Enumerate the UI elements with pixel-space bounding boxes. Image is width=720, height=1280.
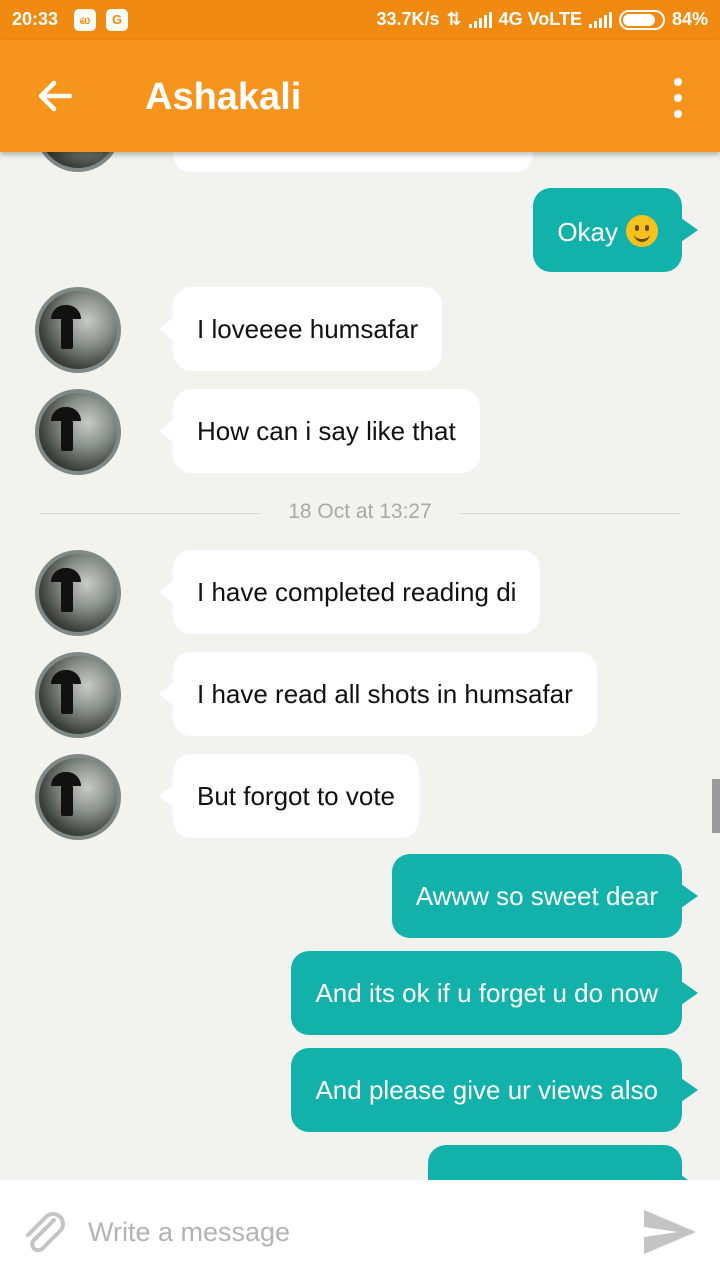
date-separator-text: 18 Oct at 13:27 [288,500,432,523]
message-composer [0,1180,720,1280]
contact-avatar[interactable] [35,754,121,840]
contact-avatar[interactable] [35,550,121,636]
message-text: How can i say like that [197,416,456,446]
contact-avatar[interactable] [35,389,121,475]
message-bubble-incoming[interactable]: I have completed reading di [158,550,541,634]
message-bubble-incoming[interactable]: How can i say like that [159,389,480,473]
signal-icon-2 [588,11,612,28]
message-text: Awww so sweet dear [415,881,658,911]
message-bubble-incoming[interactable]: I have read all shots in humsafar [159,652,597,736]
arrow-left-icon[interactable] [30,72,80,122]
message-bubble-outgoing[interactable] [428,1145,698,1180]
message-bubble-incoming[interactable]: I loveeee humsafar [158,287,443,371]
network-type: 4G VoLTE [498,9,582,29]
message-text: I have read all shots in humsafar [197,679,573,709]
conversation-title: Ashakali [145,76,302,118]
battery-icon [618,9,665,30]
net-speed: 33.7K/s [376,9,440,29]
message-bubble-outgoing[interactable]: Okay [533,188,698,272]
google-icon: G [106,9,128,31]
battery-percent: 84% [671,9,708,29]
message-text: And its ok if u forget u do now [315,978,658,1008]
date-separator: 18 Oct at 13:27 [40,500,680,528]
app-bar: Ashakali [0,40,720,152]
message-bubble-outgoing[interactable]: And its ok if u forget u do now [291,951,698,1035]
status-time: 20:33 [12,9,59,29]
message-input[interactable] [88,1212,608,1252]
message-text: And please give ur views also [315,1075,658,1105]
contact-avatar[interactable] [35,152,121,172]
status-bar: 20:33 ல G 33.7K/s ⇅ 4G VoLTE 84% [0,0,720,40]
message-text: I loveeee humsafar [197,314,419,344]
battery-level [622,13,655,26]
scrollbar[interactable] [712,779,720,833]
contact-avatar[interactable] [35,287,121,373]
paperclip-icon[interactable] [16,1204,72,1260]
message-bubble-outgoing[interactable]: And please give ur views also [291,1048,698,1132]
message-bubble-outgoing[interactable]: Awww so sweet dear [391,854,699,938]
chat-list[interactable]: Okay I loveeee humsafar How can i say li… [0,152,720,1180]
data-arrows-icon: ⇅ [446,9,462,29]
contact-avatar[interactable] [35,652,121,738]
message-text: But forgot to vote [197,781,396,811]
more-vert-icon[interactable] [666,78,690,118]
signal-icon [468,11,492,28]
slightly-smiling-face-icon [626,215,658,247]
message-text: I have completed reading di [197,577,517,607]
message-bubble-incoming[interactable]: But forgot to vote [158,754,420,838]
send-icon[interactable] [640,1204,698,1260]
message-bubble-incoming[interactable] [173,152,533,172]
book-app-icon: ல [74,9,96,31]
message-text: Okay [557,217,618,247]
